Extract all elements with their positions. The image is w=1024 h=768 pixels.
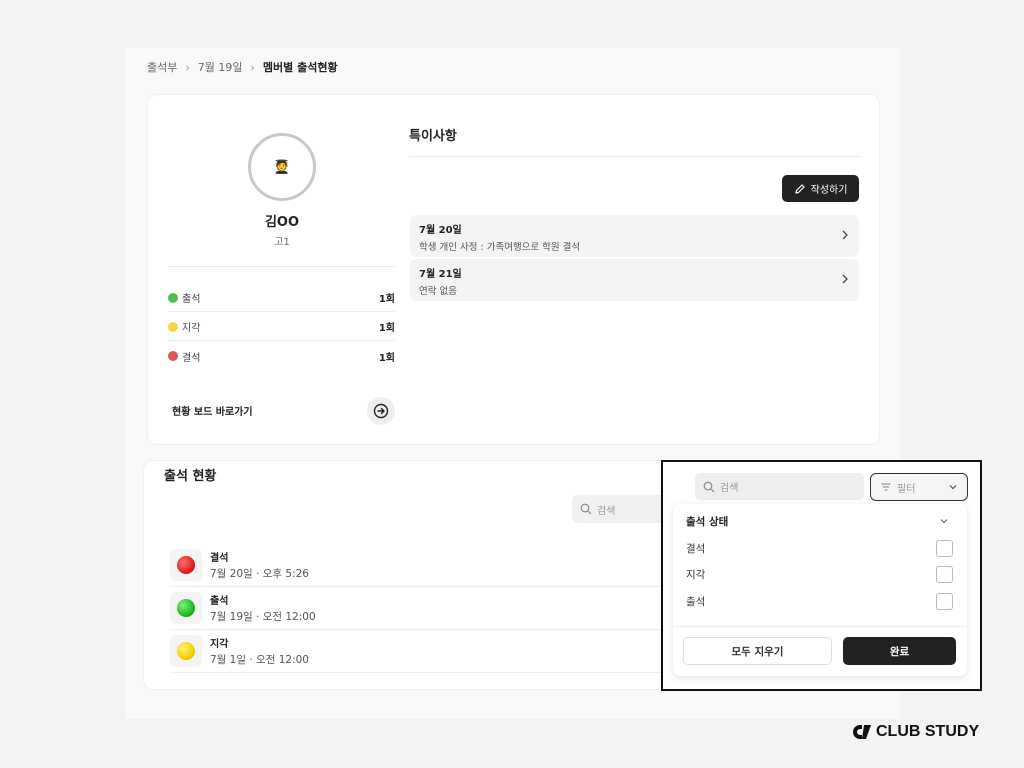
attendance-time: 7월 1일 · 오전 12:00: [210, 654, 309, 666]
note-date: 7월 21일: [419, 269, 462, 280]
done-button[interactable]: 완료: [843, 637, 956, 665]
chevron-right-icon: ›: [250, 60, 255, 74]
green-ball-icon: [177, 599, 195, 617]
filter-option-present: 출석: [686, 596, 706, 608]
popup-search-input[interactable]: 검색: [695, 473, 864, 500]
chevron-down-icon[interactable]: [938, 515, 950, 527]
clear-all-button[interactable]: 모두 지우기: [683, 637, 832, 665]
attendance-status: 결석: [210, 553, 229, 564]
search-icon: [580, 503, 592, 515]
filter-checkbox-present[interactable]: [936, 593, 953, 610]
logo-text: CLUB STUDY: [876, 723, 980, 740]
write-note-label: 작성하기: [810, 185, 848, 196]
attendance-status: 지각: [210, 639, 229, 650]
member-grade: 고1: [274, 237, 290, 248]
stat-label: 출석: [182, 294, 201, 305]
attendance-title: 출석 현황: [164, 469, 217, 484]
attendance-status: 출석: [210, 596, 229, 607]
search-placeholder: 검색: [720, 483, 739, 494]
green-dot-icon: [168, 292, 178, 303]
stat-row-present: 출석 1회: [168, 284, 395, 312]
attendance-search-input[interactable]: 검색: [572, 495, 670, 523]
filter-section-title[interactable]: 출석 상태: [686, 514, 728, 529]
yellow-dot-icon: [168, 321, 178, 332]
divider: [409, 156, 861, 157]
divider: [168, 266, 395, 267]
search-placeholder: 검색: [597, 505, 616, 517]
filter-button[interactable]: 필터: [870, 473, 968, 501]
student-avatar-icon: 🧑‍🎓: [273, 159, 291, 175]
red-ball-icon: [177, 556, 195, 574]
pencil-icon: [794, 183, 805, 194]
board-link-button[interactable]: [367, 397, 395, 425]
filter-checkbox-absent[interactable]: [936, 540, 953, 557]
chevron-right-icon: [842, 274, 848, 284]
attendance-time: 7월 19일 · 오전 12:00: [210, 611, 316, 623]
note-item[interactable]: 7월 21일 연락 없음: [410, 259, 859, 301]
stat-count: 1회: [378, 352, 395, 364]
attendance-row[interactable]: 결석 7월 20일 · 오후 5:26: [170, 544, 670, 587]
chevron-right-icon: ›: [185, 60, 190, 74]
search-icon: [703, 481, 715, 492]
yellow-ball-icon: [177, 642, 195, 660]
avatar: 🧑‍🎓: [248, 133, 316, 201]
stat-count: 1회: [378, 323, 395, 334]
chevron-right-icon: [842, 230, 848, 240]
status-badge: [170, 592, 202, 624]
divider: [673, 626, 967, 627]
note-date: 7월 20일: [419, 225, 462, 236]
stat-row-absent: 결석 1회: [168, 342, 395, 370]
breadcrumb: 출석부 › 7월 19일 › 멤버별 출석현황: [147, 59, 338, 75]
club-study-logo-icon: [853, 725, 871, 739]
status-badge: [170, 549, 202, 581]
stat-count: 1회: [378, 294, 395, 305]
club-study-logo: CLUB STUDY: [852, 723, 979, 741]
attendance-time: 7월 20일 · 오후 5:26: [210, 568, 309, 580]
filter-checkbox-late[interactable]: [936, 566, 953, 583]
write-note-button[interactable]: 작성하기: [782, 175, 859, 202]
notes-title: 특이사항: [409, 129, 457, 144]
chevron-down-icon: [949, 485, 957, 490]
note-text: 학생 개인 사정 : 가족여행으로 학원 결석: [419, 242, 581, 253]
attendance-row[interactable]: 지각 7월 1일 · 오전 12:00: [170, 630, 670, 673]
filter-option-absent: 결석: [686, 543, 706, 555]
stat-label: 지각: [182, 323, 201, 334]
filter-option-late: 지각: [686, 569, 706, 581]
member-name: 김OO: [264, 215, 300, 230]
note-text: 연락 없음: [419, 286, 457, 297]
breadcrumb-item-attendance-book[interactable]: 출석부: [147, 59, 177, 75]
status-badge: [170, 635, 202, 667]
stat-label: 결석: [182, 352, 201, 364]
attendance-row[interactable]: 출석 7월 19일 · 오전 12:00: [170, 587, 670, 630]
board-link-label[interactable]: 현황 보드 바로가기: [172, 403, 253, 418]
arrow-right-circle-icon: [373, 403, 389, 419]
breadcrumb-item-date[interactable]: 7월 19일: [198, 59, 243, 75]
filter-label: 필터: [897, 483, 916, 495]
filter-icon: [881, 483, 891, 491]
stat-row-late: 지각 1회: [168, 313, 395, 341]
red-dot-icon: [168, 351, 178, 361]
note-item[interactable]: 7월 20일 학생 개인 사정 : 가족여행으로 학원 결석: [410, 215, 859, 257]
breadcrumb-item-current: 멤버별 출석현황: [262, 61, 338, 74]
